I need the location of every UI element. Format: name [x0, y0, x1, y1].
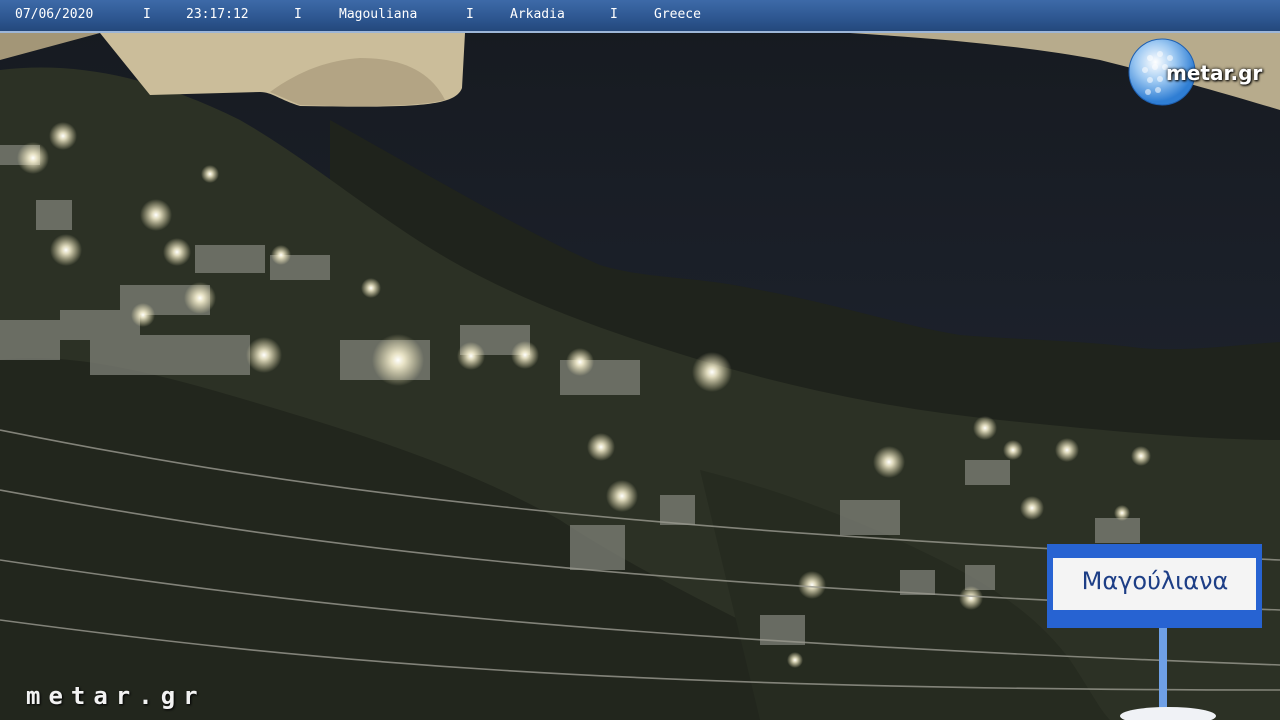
webcam-info-bar: 07/06/2020 I 23:17:12 I Magouliana I Ark…	[0, 0, 1280, 33]
metar-logo-text: metar.gr	[1166, 61, 1263, 85]
sign-post	[1159, 622, 1167, 720]
separator: I	[294, 7, 302, 22]
metar-watermark: metar.gr	[26, 682, 206, 710]
region-label: Arkadia	[510, 7, 565, 22]
separator: I	[143, 7, 151, 22]
time-label: 23:17:12	[186, 7, 249, 22]
village-label: Magouliana	[339, 7, 418, 22]
country-label: Greece	[654, 7, 701, 22]
separator: I	[466, 7, 474, 22]
date-label: 07/06/2020	[15, 7, 94, 22]
separator: I	[610, 7, 618, 22]
village-sign-text: Μαγούλιανα	[1081, 567, 1229, 595]
night-village-scene	[0, 0, 1280, 720]
